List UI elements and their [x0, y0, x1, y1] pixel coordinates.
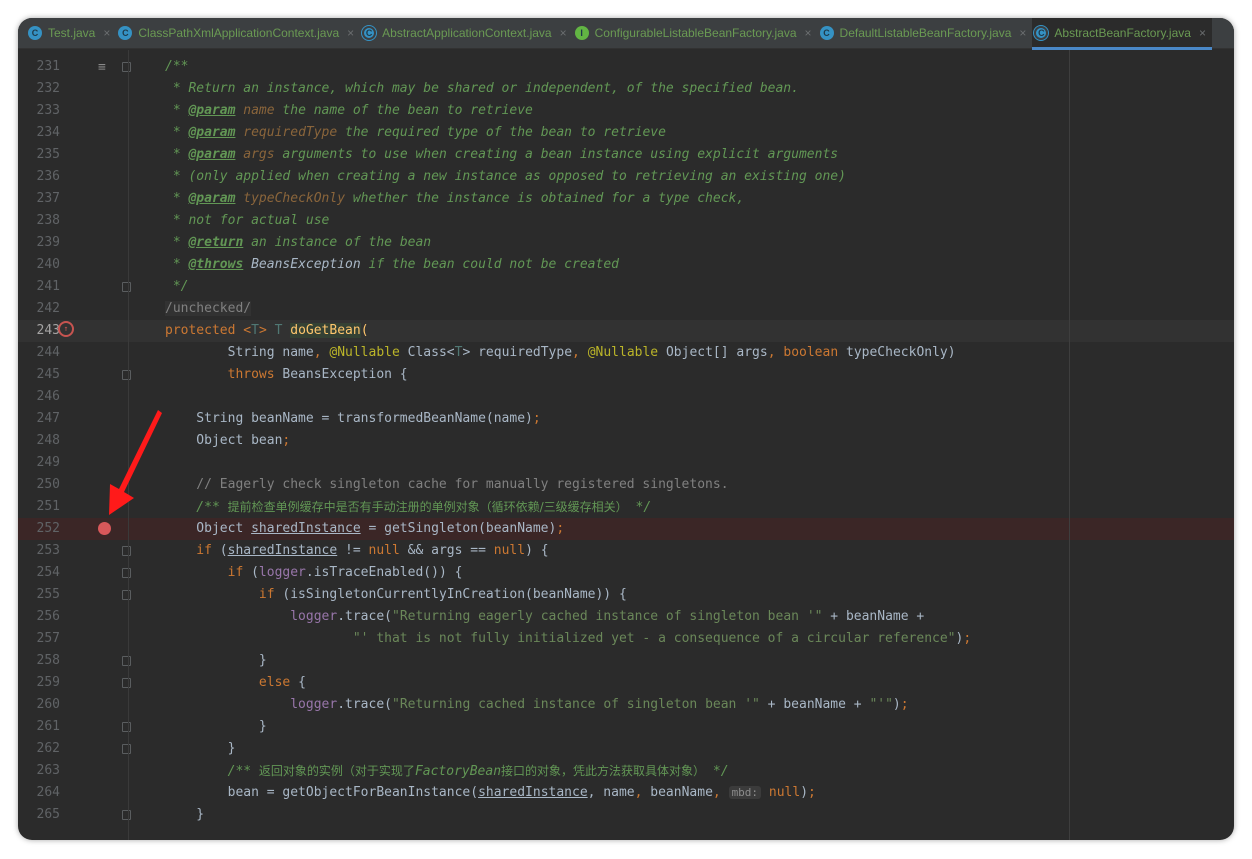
arrow-shape [109, 410, 162, 515]
red-annotation-arrow [109, 410, 162, 515]
